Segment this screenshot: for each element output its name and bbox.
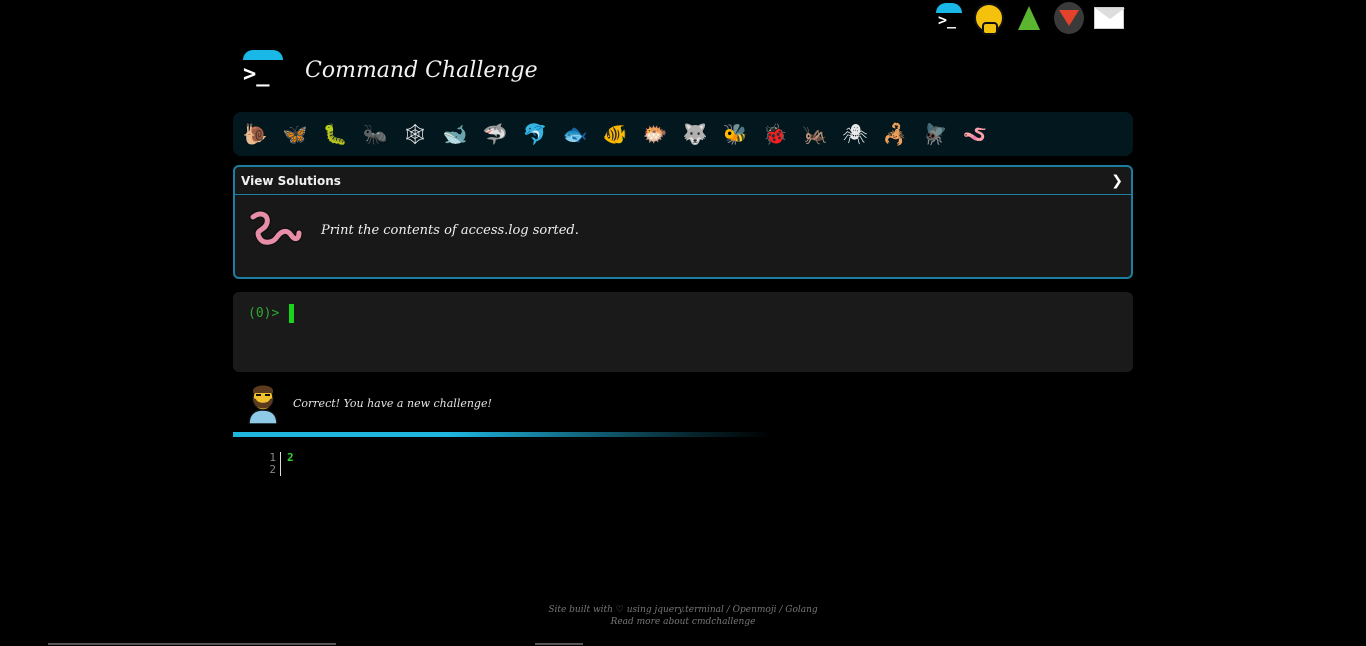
- terminal[interactable]: (0)>: [233, 292, 1133, 372]
- logo-prompt-glyph: >_: [243, 62, 270, 87]
- challenge-selector-bar: 🐌 🦋 🐛 🐜 🕸 🐋 🦈 🐬 🐟 🐠 🐡 🐺 🐝 🐞 🦗 🕷 🦂 🪰 🪱: [233, 112, 1133, 156]
- logo-icon[interactable]: >_: [241, 48, 285, 92]
- command-challenge-icon[interactable]: >_: [934, 2, 964, 34]
- bearded-person-avatar-icon: [247, 382, 279, 425]
- hushed-face-icon[interactable]: [974, 2, 1004, 35]
- horizontal-scrollbar[interactable]: [48, 643, 336, 645]
- line-number-gutter: 1 2: [262, 452, 281, 476]
- fly-icon[interactable]: 🪰: [921, 120, 949, 148]
- challenge-body: Print the contents of access.log sorted.: [235, 195, 1131, 251]
- footer-credits[interactable]: Site built with ♡ using jquery.terminal …: [0, 604, 1366, 616]
- feedback-text: Correct! You have a new challenge!: [293, 396, 492, 410]
- page-title: Command Challenge: [305, 57, 538, 83]
- output-viewer: 1 2 2: [262, 452, 294, 476]
- whale-icon[interactable]: 🐋: [441, 120, 469, 148]
- progress-divider: [233, 432, 773, 437]
- tree-icon[interactable]: [1014, 2, 1044, 34]
- view-solutions-toggle[interactable]: View Solutions ❯: [235, 167, 1131, 195]
- tropical-fish-icon[interactable]: 🐠: [601, 120, 629, 148]
- line-number: 2: [269, 463, 276, 476]
- mail-icon[interactable]: [1094, 2, 1125, 34]
- wolf-icon[interactable]: 🐺: [681, 120, 709, 148]
- challenge-card: View Solutions ❯ Print the contents of a…: [233, 165, 1133, 279]
- worm-icon: [247, 209, 303, 251]
- mini-prompt-glyph: >_: [938, 11, 957, 29]
- bee-icon[interactable]: 🐝: [721, 120, 749, 148]
- footer-read-more-link[interactable]: Read more about cmdchallenge: [0, 616, 1366, 628]
- worm-icon[interactable]: 🪱: [961, 120, 989, 148]
- caterpillar-icon[interactable]: 🐛: [321, 120, 349, 148]
- ladybug-icon[interactable]: 🐞: [761, 120, 789, 148]
- page: >_ >_ Command Challenge 🐌 🦋 🐛 🐜 🕸 🐋 🦈 🐬 …: [0, 0, 1366, 646]
- cricket-icon[interactable]: 🦗: [801, 120, 829, 148]
- top-icon-bar: >_: [934, 2, 1125, 35]
- feedback-message: Correct! You have a new challenge!: [247, 382, 492, 425]
- terminal-cursor: [289, 304, 295, 323]
- footer: Site built with ♡ using jquery.terminal …: [0, 604, 1366, 628]
- gitlab-icon[interactable]: [1054, 2, 1084, 34]
- challenge-description: Print the contents of access.log sorted.: [321, 222, 579, 238]
- view-solutions-label: View Solutions: [241, 173, 341, 188]
- snail-icon[interactable]: 🐌: [241, 120, 269, 148]
- spider-icon[interactable]: 🕷: [841, 120, 869, 148]
- blowfish-icon[interactable]: 🐡: [641, 120, 669, 148]
- terminal-input-line[interactable]: (0)>: [248, 304, 295, 323]
- scorpion-icon[interactable]: 🦂: [881, 120, 909, 148]
- terminal-prompt: (0)>: [248, 306, 280, 321]
- dolphin-icon[interactable]: 🐬: [521, 120, 549, 148]
- shark-icon[interactable]: 🦈: [481, 120, 509, 148]
- scrollbar-segment[interactable]: [535, 643, 583, 645]
- page-header: >_ Command Challenge: [241, 48, 538, 92]
- chevron-right-icon: ❯: [1111, 172, 1123, 189]
- spider-web-icon[interactable]: 🕸: [401, 120, 429, 148]
- fish-icon[interactable]: 🐟: [561, 120, 589, 148]
- butterfly-icon[interactable]: 🦋: [281, 120, 309, 148]
- output-lines: 2: [281, 452, 294, 476]
- ant-icon[interactable]: 🐜: [361, 120, 389, 148]
